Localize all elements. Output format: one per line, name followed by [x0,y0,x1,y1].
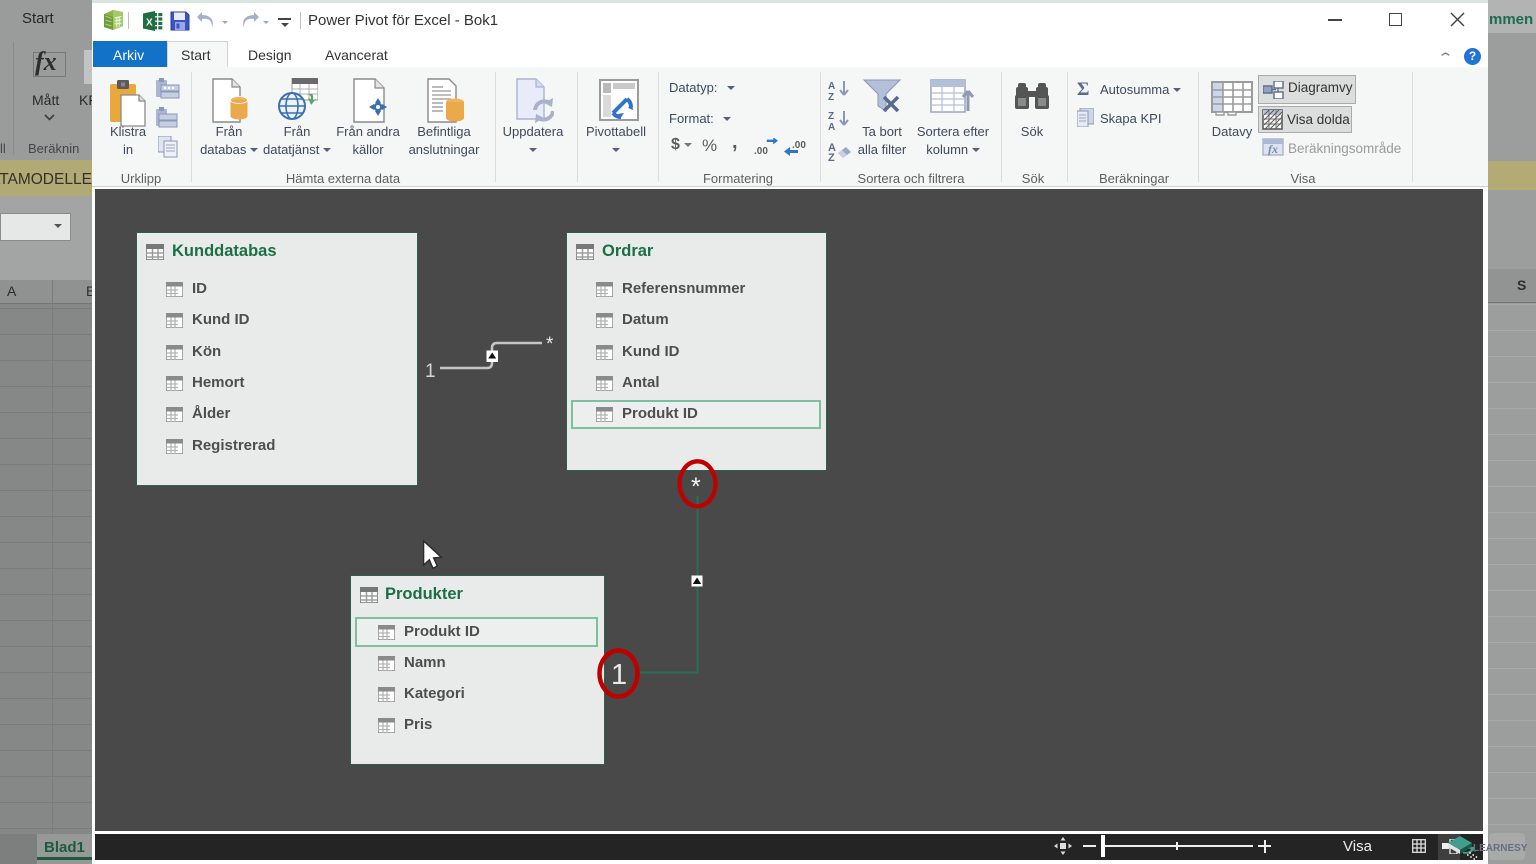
svg-text:*: * [546,334,554,355]
svg-text:Z: Z [828,92,834,101]
svg-text:A: A [828,122,835,131]
svg-text:Z: Z [828,152,835,161]
svg-text:1: 1 [425,361,436,382]
svg-text:A: A [828,81,835,92]
svg-text:.00: .00 [792,140,806,151]
svg-text:fx: fx [1268,142,1278,156]
svg-text:X: X [146,18,153,29]
svg-text:.00: .00 [754,146,768,156]
svg-text:1: 1 [611,659,627,691]
svg-text:*: * [691,473,701,501]
svg-text:Z: Z [828,111,834,122]
